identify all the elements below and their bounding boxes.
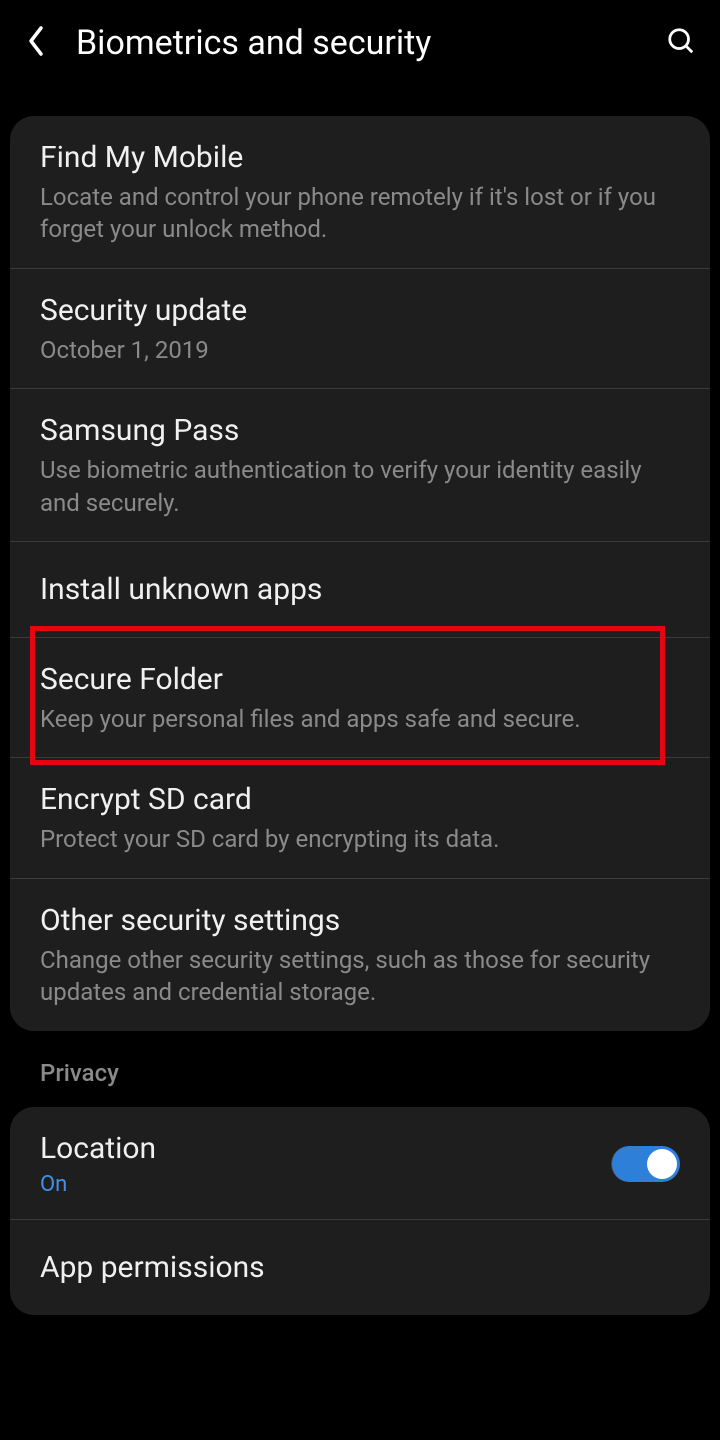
item-subtitle: Keep your personal files and apps safe a… xyxy=(40,703,680,735)
item-title: Security update xyxy=(40,293,680,328)
item-samsung-pass[interactable]: Samsung Pass Use biometric authenticatio… xyxy=(10,389,710,542)
item-subtitle: October 1, 2019 xyxy=(40,334,680,366)
item-title: Find My Mobile xyxy=(40,140,680,175)
item-install-unknown-apps[interactable]: Install unknown apps xyxy=(10,542,710,638)
item-subtitle: Protect your SD card by encrypting its d… xyxy=(40,823,680,855)
item-title: Location xyxy=(40,1131,599,1166)
location-toggle[interactable] xyxy=(611,1146,680,1182)
item-title: Encrypt SD card xyxy=(40,782,680,817)
toggle-knob xyxy=(647,1149,677,1179)
item-app-permissions[interactable]: App permissions xyxy=(10,1220,710,1315)
app-header: Biometrics and security xyxy=(0,0,720,86)
item-title: Secure Folder xyxy=(40,662,680,697)
back-icon[interactable] xyxy=(24,22,48,64)
item-encrypt-sd-card[interactable]: Encrypt SD card Protect your SD card by … xyxy=(10,758,710,878)
item-text: Location On xyxy=(40,1131,599,1197)
item-status: On xyxy=(40,1172,599,1197)
section-header-privacy: Privacy xyxy=(10,1031,710,1107)
content-area: Find My Mobile Locate and control your p… xyxy=(0,116,720,1315)
item-subtitle: Change other security settings, such as … xyxy=(40,944,680,1009)
page-title: Biometrics and security xyxy=(76,23,666,63)
item-title: App permissions xyxy=(40,1250,680,1285)
item-other-security-settings[interactable]: Other security settings Change other sec… xyxy=(10,879,710,1031)
search-icon[interactable] xyxy=(666,26,696,60)
item-security-update[interactable]: Security update October 1, 2019 xyxy=(10,269,710,389)
item-title: Install unknown apps xyxy=(40,572,680,607)
item-subtitle: Use biometric authentication to verify y… xyxy=(40,454,680,519)
privacy-card: Location On App permissions xyxy=(10,1107,710,1315)
item-location[interactable]: Location On xyxy=(10,1107,710,1220)
item-find-my-mobile[interactable]: Find My Mobile Locate and control your p… xyxy=(10,116,710,269)
security-card: Find My Mobile Locate and control your p… xyxy=(10,116,710,1031)
item-secure-folder[interactable]: Secure Folder Keep your personal files a… xyxy=(10,638,710,758)
item-subtitle: Locate and control your phone remotely i… xyxy=(40,181,680,246)
item-title: Other security settings xyxy=(40,903,680,938)
item-title: Samsung Pass xyxy=(40,413,680,448)
